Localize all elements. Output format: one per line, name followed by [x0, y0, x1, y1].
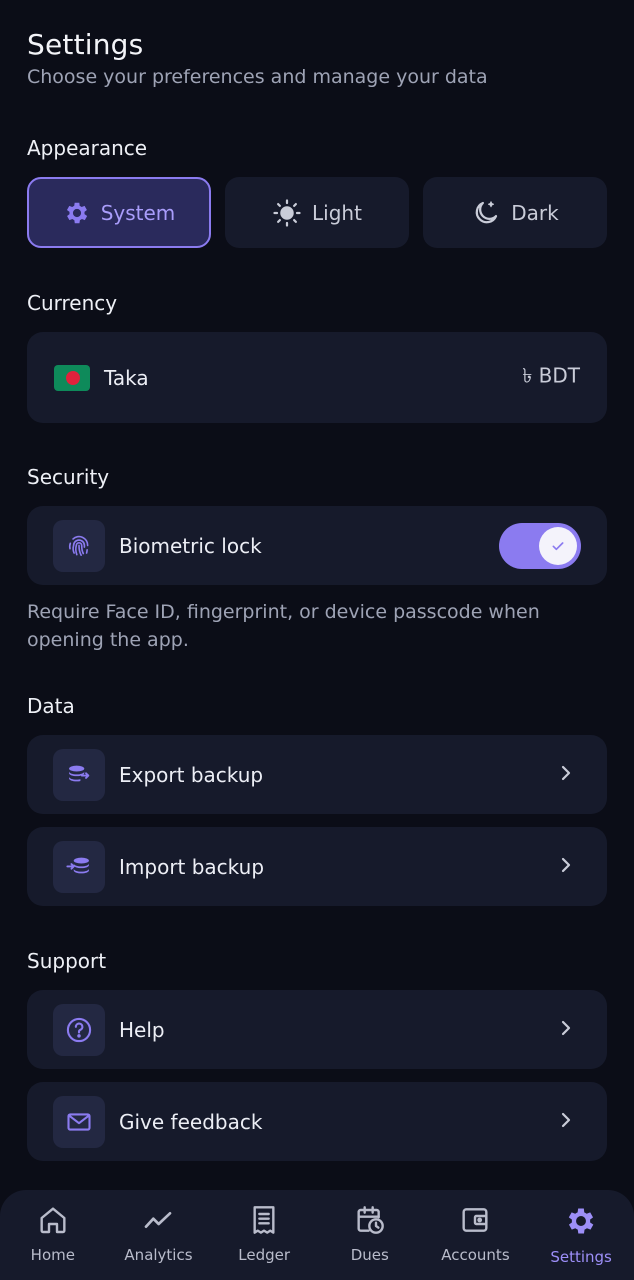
bangladesh-flag-icon: [54, 364, 90, 391]
export-backup-row[interactable]: Export backup: [27, 735, 607, 814]
analytics-icon: [142, 1204, 174, 1240]
gear-icon: [564, 1204, 598, 1242]
security-heading: Security: [27, 465, 110, 489]
nav-settings-label: Settings: [550, 1248, 612, 1266]
help-icon: [53, 1003, 105, 1056]
currency-name: Taka: [104, 365, 149, 390]
chevron-right-icon: [559, 764, 573, 786]
nav-ledger-label: Ledger: [238, 1246, 291, 1264]
nav-home[interactable]: Home: [3, 1204, 103, 1264]
nav-dues[interactable]: Dues: [320, 1204, 420, 1264]
fingerprint-icon: [53, 519, 105, 572]
moon-icon: [471, 198, 501, 228]
dues-icon: [354, 1204, 386, 1240]
nav-accounts-label: Accounts: [441, 1246, 510, 1264]
home-icon: [37, 1204, 69, 1240]
mail-icon: [53, 1095, 105, 1148]
theme-dark-button[interactable]: Dark: [423, 177, 607, 248]
sun-icon: [272, 198, 302, 228]
page-subtitle: Choose your preferences and manage your …: [27, 66, 488, 88]
gear-icon: [63, 199, 91, 227]
check-icon: [539, 526, 577, 565]
nav-home-label: Home: [30, 1246, 75, 1264]
import-database-icon: [53, 840, 105, 893]
export-database-icon: [53, 748, 105, 801]
biometric-lock-toggle[interactable]: [499, 522, 581, 569]
page-title: Settings: [27, 28, 144, 61]
chevron-right-icon: [559, 1111, 573, 1133]
wallet-icon: [459, 1204, 491, 1240]
theme-system-button[interactable]: System: [27, 177, 211, 248]
theme-light-label: Light: [312, 200, 362, 225]
nav-ledger[interactable]: Ledger: [214, 1204, 314, 1264]
chevron-right-icon: [559, 1019, 573, 1041]
theme-selector: System Light Dark: [27, 177, 607, 248]
currency-code: ৳ BDT: [522, 363, 580, 387]
nav-settings[interactable]: Settings: [531, 1204, 631, 1266]
help-label: Help: [119, 1017, 165, 1042]
import-backup-row[interactable]: Import backup: [27, 827, 607, 906]
settings-screen: Settings Choose your preferences and man…: [0, 0, 634, 1280]
nav-accounts[interactable]: Accounts: [425, 1204, 525, 1264]
currency-card[interactable]: Taka ৳ BDT: [27, 332, 607, 423]
ledger-icon: [248, 1204, 280, 1240]
nav-dues-label: Dues: [350, 1246, 389, 1264]
theme-system-label: System: [100, 200, 176, 225]
chevron-right-icon: [559, 856, 573, 878]
biometric-lock-label: Biometric lock: [119, 533, 262, 558]
currency-heading: Currency: [27, 291, 118, 315]
theme-dark-label: Dark: [511, 200, 559, 225]
import-backup-label: Import backup: [119, 854, 265, 879]
biometric-lock-note: Require Face ID, fingerprint, or device …: [27, 601, 540, 651]
data-heading: Data: [27, 694, 75, 718]
nav-analytics-label: Analytics: [124, 1246, 193, 1264]
support-heading: Support: [27, 949, 107, 973]
appearance-heading: Appearance: [27, 136, 148, 160]
nav-analytics[interactable]: Analytics: [108, 1204, 208, 1264]
give-feedback-label: Give feedback: [119, 1109, 263, 1134]
export-backup-label: Export backup: [119, 762, 264, 787]
help-row[interactable]: Help: [27, 990, 607, 1069]
theme-light-button[interactable]: Light: [225, 177, 409, 248]
biometric-lock-row[interactable]: Biometric lock: [27, 506, 607, 585]
bottom-nav: Home Analytics Ledger Dues Accounts Sett…: [0, 1190, 634, 1280]
give-feedback-row[interactable]: Give feedback: [27, 1082, 607, 1161]
